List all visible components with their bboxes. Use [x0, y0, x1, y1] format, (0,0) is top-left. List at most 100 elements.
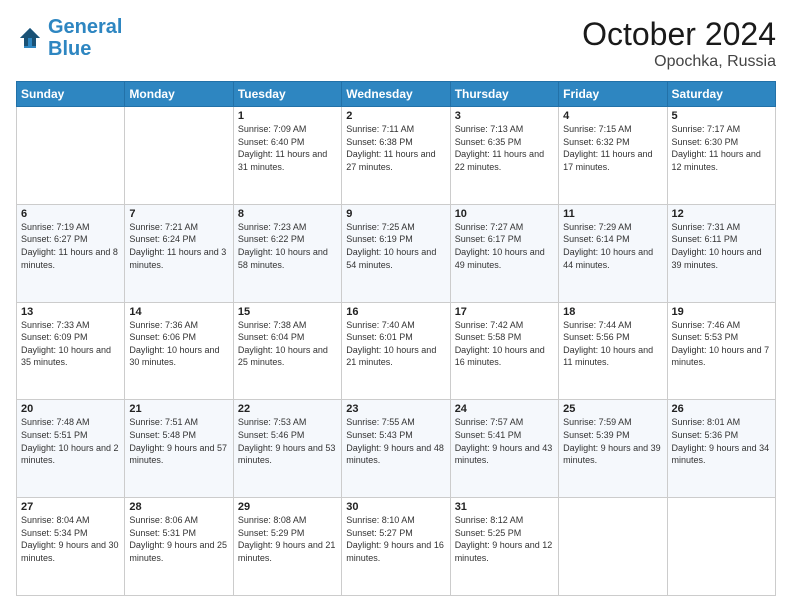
- logo-text: General Blue: [48, 16, 122, 60]
- table-row: 22 Sunrise: 7:53 AMSunset: 5:46 PMDaylig…: [233, 400, 341, 498]
- col-sunday: Sunday: [17, 82, 125, 107]
- col-saturday: Saturday: [667, 82, 775, 107]
- day-number: 7: [129, 208, 228, 220]
- day-number: 20: [21, 403, 120, 415]
- table-row: 7 Sunrise: 7:21 AMSunset: 6:24 PMDayligh…: [125, 204, 233, 302]
- table-row: 14 Sunrise: 7:36 AMSunset: 6:06 PMDaylig…: [125, 302, 233, 400]
- day-info: Sunrise: 7:48 AMSunset: 5:51 PMDaylight:…: [21, 416, 120, 466]
- day-number: 31: [455, 501, 554, 513]
- table-row: 26 Sunrise: 8:01 AMSunset: 5:36 PMDaylig…: [667, 400, 775, 498]
- day-number: 9: [346, 208, 445, 220]
- day-info: Sunrise: 7:29 AMSunset: 6:14 PMDaylight:…: [563, 221, 662, 271]
- table-row: 17 Sunrise: 7:42 AMSunset: 5:58 PMDaylig…: [450, 302, 558, 400]
- calendar-week-1: 1 Sunrise: 7:09 AMSunset: 6:40 PMDayligh…: [17, 107, 776, 205]
- day-number: 29: [238, 501, 337, 513]
- table-row: [667, 498, 775, 596]
- table-row: 15 Sunrise: 7:38 AMSunset: 6:04 PMDaylig…: [233, 302, 341, 400]
- day-info: Sunrise: 7:11 AMSunset: 6:38 PMDaylight:…: [346, 123, 445, 173]
- table-row: 10 Sunrise: 7:27 AMSunset: 6:17 PMDaylig…: [450, 204, 558, 302]
- day-number: 28: [129, 501, 228, 513]
- table-row: 27 Sunrise: 8:04 AMSunset: 5:34 PMDaylig…: [17, 498, 125, 596]
- table-row: 1 Sunrise: 7:09 AMSunset: 6:40 PMDayligh…: [233, 107, 341, 205]
- day-info: Sunrise: 7:40 AMSunset: 6:01 PMDaylight:…: [346, 319, 445, 369]
- day-number: 12: [672, 208, 771, 220]
- col-monday: Monday: [125, 82, 233, 107]
- day-number: 4: [563, 110, 662, 122]
- day-info: Sunrise: 7:36 AMSunset: 6:06 PMDaylight:…: [129, 319, 228, 369]
- day-info: Sunrise: 7:42 AMSunset: 5:58 PMDaylight:…: [455, 319, 554, 369]
- day-number: 18: [563, 306, 662, 318]
- table-row: 13 Sunrise: 7:33 AMSunset: 6:09 PMDaylig…: [17, 302, 125, 400]
- table-row: 8 Sunrise: 7:23 AMSunset: 6:22 PMDayligh…: [233, 204, 341, 302]
- day-info: Sunrise: 7:38 AMSunset: 6:04 PMDaylight:…: [238, 319, 337, 369]
- day-info: Sunrise: 7:51 AMSunset: 5:48 PMDaylight:…: [129, 416, 228, 466]
- day-info: Sunrise: 7:09 AMSunset: 6:40 PMDaylight:…: [238, 123, 337, 173]
- table-row: [125, 107, 233, 205]
- day-info: Sunrise: 7:25 AMSunset: 6:19 PMDaylight:…: [346, 221, 445, 271]
- day-info: Sunrise: 7:46 AMSunset: 5:53 PMDaylight:…: [672, 319, 771, 369]
- day-number: 2: [346, 110, 445, 122]
- day-info: Sunrise: 7:33 AMSunset: 6:09 PMDaylight:…: [21, 319, 120, 369]
- table-row: 19 Sunrise: 7:46 AMSunset: 5:53 PMDaylig…: [667, 302, 775, 400]
- header: General Blue October 2024 Opochka, Russi…: [16, 16, 776, 71]
- table-row: 28 Sunrise: 8:06 AMSunset: 5:31 PMDaylig…: [125, 498, 233, 596]
- day-number: 16: [346, 306, 445, 318]
- day-info: Sunrise: 7:19 AMSunset: 6:27 PMDaylight:…: [21, 221, 120, 271]
- logo-blue: Blue: [48, 38, 91, 60]
- day-info: Sunrise: 7:44 AMSunset: 5:56 PMDaylight:…: [563, 319, 662, 369]
- month-title: October 2024: [582, 16, 776, 53]
- day-info: Sunrise: 7:31 AMSunset: 6:11 PMDaylight:…: [672, 221, 771, 271]
- table-row: 16 Sunrise: 7:40 AMSunset: 6:01 PMDaylig…: [342, 302, 450, 400]
- day-info: Sunrise: 7:55 AMSunset: 5:43 PMDaylight:…: [346, 416, 445, 466]
- col-wednesday: Wednesday: [342, 82, 450, 107]
- logo: General Blue: [16, 16, 122, 60]
- day-number: 17: [455, 306, 554, 318]
- table-row: 2 Sunrise: 7:11 AMSunset: 6:38 PMDayligh…: [342, 107, 450, 205]
- day-number: 10: [455, 208, 554, 220]
- day-number: 24: [455, 403, 554, 415]
- day-number: 22: [238, 403, 337, 415]
- day-info: Sunrise: 7:23 AMSunset: 6:22 PMDaylight:…: [238, 221, 337, 271]
- table-row: 18 Sunrise: 7:44 AMSunset: 5:56 PMDaylig…: [559, 302, 667, 400]
- day-info: Sunrise: 8:10 AMSunset: 5:27 PMDaylight:…: [346, 514, 445, 564]
- calendar-table: Sunday Monday Tuesday Wednesday Thursday…: [16, 81, 776, 596]
- day-number: 6: [21, 208, 120, 220]
- table-row: 25 Sunrise: 7:59 AMSunset: 5:39 PMDaylig…: [559, 400, 667, 498]
- day-info: Sunrise: 7:59 AMSunset: 5:39 PMDaylight:…: [563, 416, 662, 466]
- day-info: Sunrise: 7:53 AMSunset: 5:46 PMDaylight:…: [238, 416, 337, 466]
- table-row: [17, 107, 125, 205]
- table-row: 12 Sunrise: 7:31 AMSunset: 6:11 PMDaylig…: [667, 204, 775, 302]
- day-number: 11: [563, 208, 662, 220]
- page: General Blue October 2024 Opochka, Russi…: [0, 0, 792, 612]
- day-number: 19: [672, 306, 771, 318]
- table-row: 3 Sunrise: 7:13 AMSunset: 6:35 PMDayligh…: [450, 107, 558, 205]
- table-row: 23 Sunrise: 7:55 AMSunset: 5:43 PMDaylig…: [342, 400, 450, 498]
- logo-general: General: [48, 16, 122, 38]
- day-number: 8: [238, 208, 337, 220]
- location-title: Opochka, Russia: [582, 53, 776, 71]
- day-info: Sunrise: 7:13 AMSunset: 6:35 PMDaylight:…: [455, 123, 554, 173]
- day-info: Sunrise: 8:08 AMSunset: 5:29 PMDaylight:…: [238, 514, 337, 564]
- table-row: 20 Sunrise: 7:48 AMSunset: 5:51 PMDaylig…: [17, 400, 125, 498]
- table-row: 30 Sunrise: 8:10 AMSunset: 5:27 PMDaylig…: [342, 498, 450, 596]
- day-info: Sunrise: 7:15 AMSunset: 6:32 PMDaylight:…: [563, 123, 662, 173]
- day-info: Sunrise: 8:04 AMSunset: 5:34 PMDaylight:…: [21, 514, 120, 564]
- table-row: [559, 498, 667, 596]
- day-number: 23: [346, 403, 445, 415]
- day-number: 30: [346, 501, 445, 513]
- col-tuesday: Tuesday: [233, 82, 341, 107]
- table-row: 6 Sunrise: 7:19 AMSunset: 6:27 PMDayligh…: [17, 204, 125, 302]
- day-info: Sunrise: 8:06 AMSunset: 5:31 PMDaylight:…: [129, 514, 228, 564]
- calendar-week-2: 6 Sunrise: 7:19 AMSunset: 6:27 PMDayligh…: [17, 204, 776, 302]
- day-number: 26: [672, 403, 771, 415]
- calendar-week-3: 13 Sunrise: 7:33 AMSunset: 6:09 PMDaylig…: [17, 302, 776, 400]
- col-thursday: Thursday: [450, 82, 558, 107]
- title-block: October 2024 Opochka, Russia: [582, 16, 776, 71]
- day-info: Sunrise: 7:21 AMSunset: 6:24 PMDaylight:…: [129, 221, 228, 271]
- calendar-week-5: 27 Sunrise: 8:04 AMSunset: 5:34 PMDaylig…: [17, 498, 776, 596]
- table-row: 11 Sunrise: 7:29 AMSunset: 6:14 PMDaylig…: [559, 204, 667, 302]
- day-info: Sunrise: 7:17 AMSunset: 6:30 PMDaylight:…: [672, 123, 771, 173]
- table-row: 31 Sunrise: 8:12 AMSunset: 5:25 PMDaylig…: [450, 498, 558, 596]
- day-info: Sunrise: 8:12 AMSunset: 5:25 PMDaylight:…: [455, 514, 554, 564]
- table-row: 9 Sunrise: 7:25 AMSunset: 6:19 PMDayligh…: [342, 204, 450, 302]
